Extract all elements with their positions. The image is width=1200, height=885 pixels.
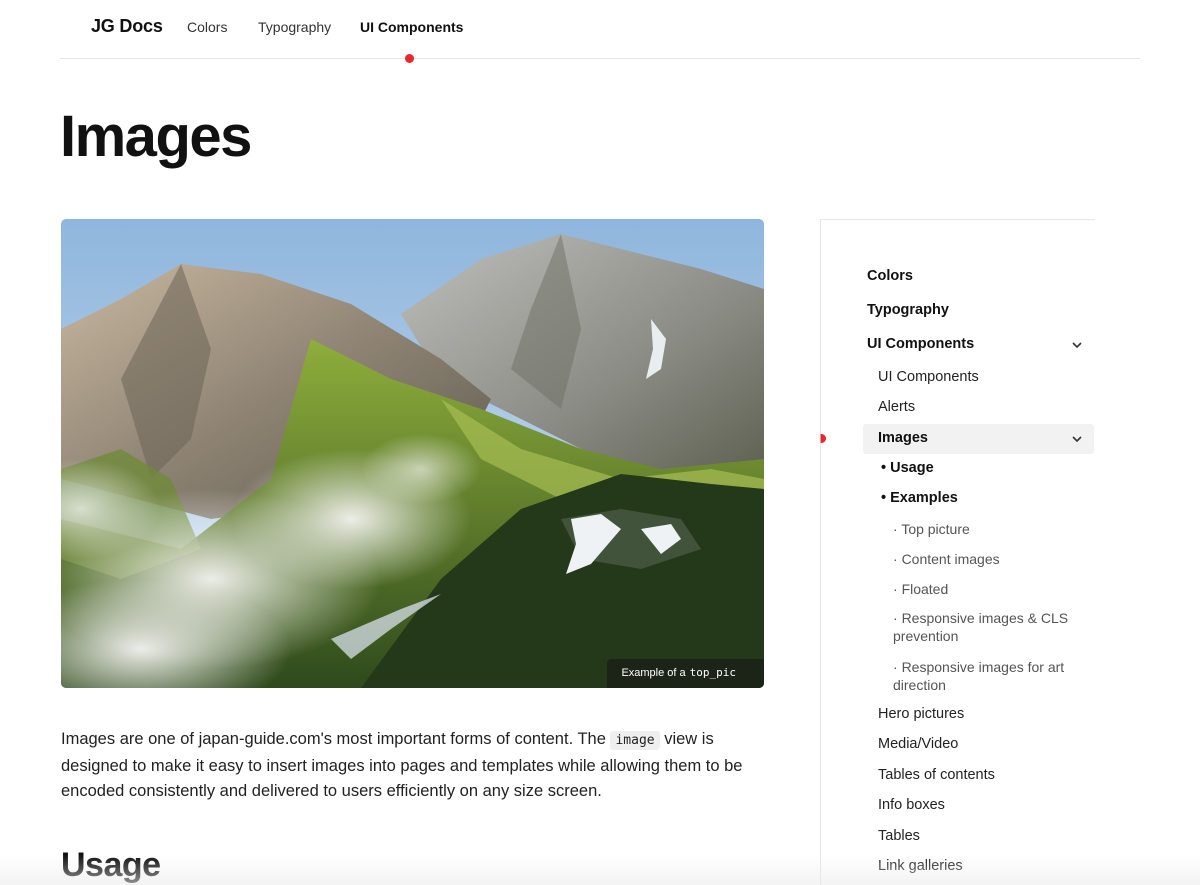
nav-link-ui-components[interactable]: UI Components <box>360 19 463 35</box>
intro-code-image: image <box>610 731 660 750</box>
page-title: Images <box>60 104 252 169</box>
sidebar-section-examples[interactable]: • Examples <box>881 490 958 506</box>
top-nav: JG Docs Colors Typography UI Components <box>60 0 1140 63</box>
sidebar-item-typography[interactable]: Typography <box>867 302 949 318</box>
intro-paragraph: Images are one of japan-guide.com's most… <box>61 727 761 805</box>
example-label: Floated <box>901 581 949 597</box>
intro-text-1: Images are one of japan-guide.com's most… <box>61 730 606 748</box>
sidebar-item-info-boxes[interactable]: Info boxes <box>878 797 945 813</box>
hero-caption: Example of a top_pic <box>607 659 764 688</box>
sidebar-item-link-galleries[interactable]: Link galleries <box>878 858 963 874</box>
active-nav-indicator <box>405 54 414 63</box>
example-label: Responsive images & CLS prevention <box>893 610 1069 644</box>
active-section-indicator <box>820 434 826 443</box>
sidebar-item-tables-of-contents[interactable]: Tables of contents <box>878 767 995 783</box>
brand-logo[interactable]: JG Docs <box>91 16 163 37</box>
caption-text: Example of a <box>621 667 686 679</box>
mountain-landscape-image <box>61 219 764 688</box>
sidebar-item-alerts[interactable]: Alerts <box>878 399 915 415</box>
sidebar-example-floated[interactable]: · Floated <box>893 580 1083 598</box>
chevron-down-icon[interactable] <box>1071 433 1083 445</box>
sidebar-section-usage-label: Usage <box>890 460 934 476</box>
usage-heading: Usage <box>61 846 161 884</box>
sidebar-example-responsive-cls[interactable]: · Responsive images & CLS prevention <box>893 609 1083 645</box>
sidebar-item-ui-components[interactable]: UI Components <box>867 336 974 352</box>
sidebar-item-tables[interactable]: Tables <box>878 828 920 844</box>
example-label: Top picture <box>901 521 970 537</box>
nav-link-colors[interactable]: Colors <box>187 19 227 35</box>
example-label: Content images <box>901 551 1000 567</box>
sidebar-example-art-direction[interactable]: · Responsive images for art direction <box>893 658 1083 694</box>
example-label: Responsive images for art direction <box>893 659 1065 693</box>
sidebar-item-images[interactable]: Images <box>878 430 928 446</box>
sidebar-item-media-video[interactable]: Media/Video <box>878 736 958 752</box>
caption-code: top_pic <box>689 666 736 679</box>
sidebar-nav: Colors Typography UI Components UI Compo… <box>820 219 1095 885</box>
sidebar-section-usage[interactable]: • Usage <box>881 460 934 476</box>
chevron-down-icon[interactable] <box>1071 339 1083 351</box>
sidebar-item-ui-components-overview[interactable]: UI Components <box>878 369 979 385</box>
sidebar-item-colors[interactable]: Colors <box>867 268 913 284</box>
sidebar-example-content-images[interactable]: · Content images <box>893 550 1083 568</box>
hero-image: Example of a top_pic <box>61 219 764 688</box>
sidebar-item-hero-pictures[interactable]: Hero pictures <box>878 706 964 722</box>
sidebar-example-top-picture[interactable]: · Top picture <box>893 520 1083 538</box>
sidebar-section-examples-label: Examples <box>890 490 958 506</box>
nav-link-typography[interactable]: Typography <box>258 19 331 35</box>
